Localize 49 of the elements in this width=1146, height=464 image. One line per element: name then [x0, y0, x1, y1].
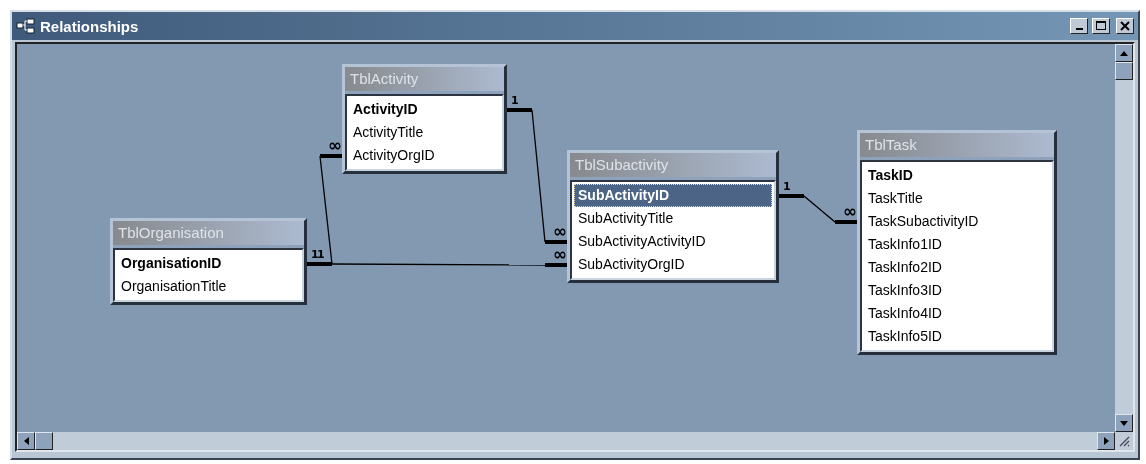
- horizontal-scrollbar[interactable]: [17, 432, 1133, 450]
- field-item[interactable]: TaskInfo2ID: [864, 256, 1050, 279]
- relationship-line[interactable]: [507, 108, 567, 244]
- field-item[interactable]: SubActivityTitle: [574, 207, 772, 230]
- scroll-right-icon[interactable]: [1103, 437, 1109, 445]
- table-box[interactable]: TblTask TaskID TaskTitle TaskSubactivityID TaskInfo1ID TaskInfo2ID TaskInfo3ID TaskInfo4ID TaskInfo5ID: [857, 130, 1057, 355]
- cardinality-label: 1: [311, 248, 319, 261]
- scroll-left-icon[interactable]: [23, 437, 29, 445]
- minimize-button[interactable]: [1070, 18, 1088, 34]
- cardinality-label: ∞: [328, 135, 343, 155]
- cardinality-label: 1: [511, 94, 519, 107]
- window-title: Relationships: [40, 17, 139, 35]
- resize-grip-icon[interactable]: [1118, 435, 1130, 447]
- field-item[interactable]: TaskInfo4ID: [864, 302, 1050, 325]
- cardinality-label: ∞: [553, 221, 568, 241]
- table-box[interactable]: TblOrganisation OrganisationID OrganisationTitle: [110, 218, 307, 305]
- scroll-up-icon[interactable]: [1120, 50, 1128, 56]
- field-item[interactable]: TaskSubactivityID: [864, 210, 1050, 233]
- scroll-thumb[interactable]: [35, 432, 53, 450]
- table-box[interactable]: TblActivity ActivityID ActivityTitle ActivityOrgID: [342, 64, 507, 174]
- field-item[interactable]: SubActivityID: [574, 184, 772, 207]
- field-item[interactable]: ActivityID: [349, 98, 500, 121]
- close-icon: [1120, 21, 1130, 31]
- field-item[interactable]: ActivityOrgID: [349, 144, 500, 167]
- relationship-line[interactable]: [779, 194, 857, 224]
- cardinality-label: ∞: [553, 244, 568, 264]
- field-item[interactable]: TaskInfo3ID: [864, 279, 1050, 302]
- field-item[interactable]: TaskID: [864, 164, 1050, 187]
- field-item[interactable]: SubActivityOrgID: [574, 253, 772, 276]
- field-item[interactable]: TaskTitle: [864, 187, 1050, 210]
- vertical-scrollbar[interactable]: [1115, 44, 1133, 432]
- field-item[interactable]: ActivityTitle: [349, 121, 500, 144]
- field-item[interactable]: OrganisationTitle: [117, 275, 300, 298]
- cardinality-label: ∞: [843, 201, 858, 221]
- cardinality-label: 1: [317, 248, 325, 261]
- maximize-icon: [1096, 21, 1106, 31]
- relationships-icon: [16, 18, 36, 34]
- field-item[interactable]: SubActivityActivityID: [574, 230, 772, 253]
- field-item[interactable]: TaskInfo5ID: [864, 325, 1050, 348]
- maximize-button[interactable]: [1092, 18, 1110, 34]
- close-button[interactable]: [1116, 18, 1134, 34]
- relationship-line[interactable]: [307, 262, 567, 267]
- field-item[interactable]: TaskInfo1ID: [864, 233, 1050, 256]
- cardinality-label: 1: [783, 180, 791, 193]
- scroll-down-icon[interactable]: [1120, 420, 1128, 426]
- field-item[interactable]: OrganisationID: [117, 252, 300, 275]
- scroll-thumb[interactable]: [1115, 62, 1133, 80]
- table-box[interactable]: TblSubactivity SubActivityID SubActivityTitle SubActivityActivityID SubActivityOrgID: [567, 150, 779, 283]
- minimize-icon: [1075, 28, 1083, 30]
